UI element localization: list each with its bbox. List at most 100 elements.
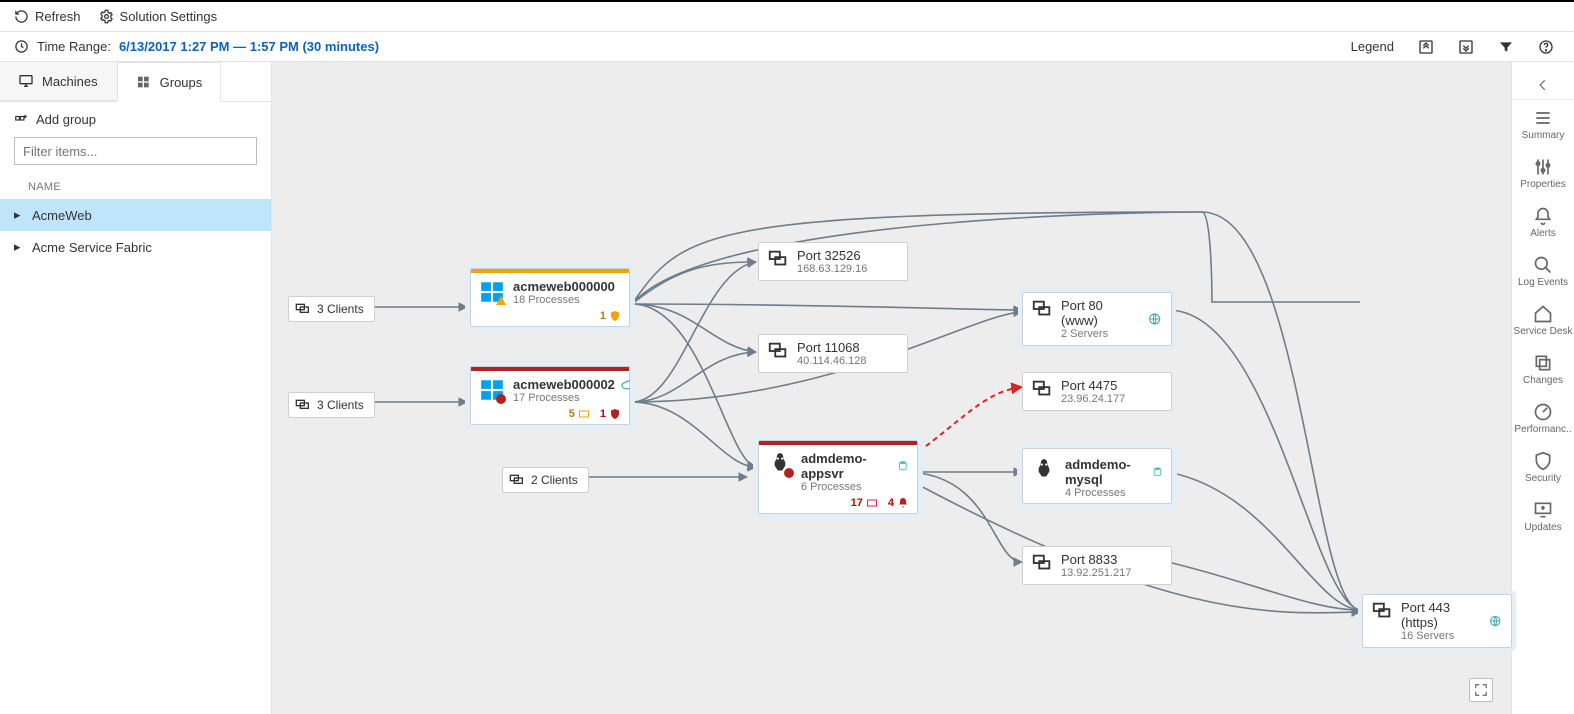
rail-summary[interactable]: Summary (1512, 100, 1574, 149)
port-title: Port 80 (www) (1061, 298, 1140, 328)
rail-label: Security (1525, 473, 1561, 484)
port-sub: 2 Servers (1061, 328, 1140, 340)
linux-icon (767, 451, 793, 477)
dependency-map-canvas[interactable]: 3 Clients 3 Clients 2 Clients (272, 62, 1512, 714)
legend-button[interactable]: Legend (1351, 39, 1394, 54)
monitors-icon (509, 472, 525, 488)
clients-label: 3 Clients (317, 398, 364, 412)
filter-button[interactable] (1498, 39, 1514, 55)
filter-input[interactable] (14, 137, 257, 165)
windows-icon (479, 279, 505, 305)
monitor-update-icon (1533, 500, 1553, 520)
right-rail: Summary Properties Alerts Log Events Ser… (1512, 62, 1574, 714)
rail-collapse-button[interactable] (1512, 70, 1574, 100)
rail-log-events[interactable]: Log Events (1512, 247, 1574, 296)
port-node-80[interactable]: Port 80 (www)2 Servers (1022, 292, 1172, 346)
groups-icon (136, 74, 152, 90)
servers-icon (1371, 600, 1393, 622)
search-icon (1533, 255, 1553, 275)
clients-pill[interactable]: 3 Clients (288, 296, 375, 322)
fit-icon (1474, 683, 1488, 697)
servers-icon (1031, 552, 1053, 574)
rail-service-desk[interactable]: Service Desk (1512, 296, 1574, 345)
tree-item-label: AcmeWeb (32, 208, 92, 223)
refresh-button[interactable]: Refresh (14, 9, 81, 24)
port-node-443[interactable]: Port 443 (https)16 Servers (1362, 594, 1512, 648)
rail-label: Log Events (1518, 277, 1568, 288)
home-icon (1533, 304, 1553, 324)
rail-label: Performanc.. (1514, 424, 1571, 435)
rail-label: Changes (1523, 375, 1563, 386)
port-title: Port 443 (https) (1401, 600, 1481, 630)
add-group-icon (14, 113, 28, 127)
node-title: admdemo-appsvr (801, 451, 891, 481)
warn-count: 5 (569, 408, 575, 420)
tab-groups[interactable]: Groups (117, 62, 222, 102)
node-title: acmeweb000000 (513, 279, 621, 294)
rail-alerts[interactable]: Alerts (1512, 198, 1574, 247)
solution-settings-button[interactable]: Solution Settings (99, 9, 218, 24)
alert-count: 1 (600, 310, 606, 322)
tree-item-acme-service-fabric[interactable]: ▸ Acme Service Fabric (0, 231, 271, 263)
rail-security[interactable]: Security (1512, 443, 1574, 492)
port-node-11068[interactable]: Port 1106840.114.46.128 (758, 334, 908, 373)
machine-node-admdemo-appsvr[interactable]: admdemo-appsvr 6 Processes 17 4 (758, 440, 918, 514)
port-title: Port 8833 (1061, 552, 1131, 567)
port-sub: 40.114.46.128 (797, 355, 867, 367)
fit-to-screen-button[interactable] (1469, 678, 1493, 702)
clients-pill[interactable]: 2 Clients (502, 467, 589, 493)
rail-label: Service Desk (1514, 326, 1573, 337)
filter-icon (1498, 39, 1514, 55)
clock-icon (14, 39, 29, 54)
globe-icon (1148, 312, 1161, 326)
alert-count: 1 (600, 408, 606, 420)
clients-pill[interactable]: 3 Clients (288, 392, 375, 418)
rail-label: Summary (1522, 130, 1565, 141)
machine-node-admdemo-mysql[interactable]: admdemo-mysql 4 Processes (1022, 448, 1172, 504)
rail-performance[interactable]: Performanc.. (1512, 394, 1574, 443)
copy-icon (1533, 353, 1553, 373)
timerange-picker[interactable]: Time Range: 6/13/2017 1:27 PM — 1:57 PM … (0, 39, 393, 54)
port-sub: 168.63.129.16 (797, 263, 867, 275)
left-panel: Machines Groups Add group NAME ▸ AcmeWeb (0, 62, 272, 714)
settings-label: Solution Settings (120, 9, 218, 24)
tree-item-acmeweb[interactable]: ▸ AcmeWeb (0, 199, 271, 231)
rail-label: Updates (1524, 522, 1561, 533)
gauge-icon (1533, 402, 1553, 422)
timerange-value: 6/13/2017 1:27 PM — 1:57 PM (30 minutes) (119, 39, 379, 54)
port-node-8833[interactable]: Port 883313.92.251.217 (1022, 546, 1172, 585)
rail-updates[interactable]: Updates (1512, 492, 1574, 541)
sliders-icon (1533, 157, 1553, 177)
expand-down-icon (1458, 39, 1474, 55)
rail-properties[interactable]: Properties (1512, 149, 1574, 198)
rail-changes[interactable]: Changes (1512, 345, 1574, 394)
refresh-icon (14, 9, 29, 24)
column-header-name: NAME (0, 175, 271, 199)
servers-icon (767, 340, 789, 362)
expand-all-button[interactable] (1418, 39, 1434, 55)
tab-groups-label: Groups (160, 75, 203, 90)
tab-machines-label: Machines (42, 74, 98, 89)
monitors-icon (295, 397, 311, 413)
timerange-bar: Time Range: 6/13/2017 1:27 PM — 1:57 PM … (0, 32, 1574, 62)
clients-label: 3 Clients (317, 302, 364, 316)
machine-node-acmeweb000000[interactable]: acmeweb000000 18 Processes 1 (470, 268, 630, 327)
add-group-button[interactable]: Add group (0, 102, 271, 137)
warn-count: 17 (851, 497, 863, 509)
warning-icon (866, 497, 878, 509)
help-button[interactable] (1538, 39, 1554, 55)
port-node-32526[interactable]: Port 32526168.63.129.16 (758, 242, 908, 281)
collapse-all-button[interactable] (1458, 39, 1474, 55)
shield-icon (1533, 451, 1553, 471)
node-title: acmeweb000002 (513, 377, 615, 392)
port-sub: 13.92.251.217 (1061, 567, 1131, 579)
add-group-label: Add group (36, 112, 96, 127)
port-title: Port 32526 (797, 248, 867, 263)
connection-lines (272, 62, 1511, 714)
port-node-4475[interactable]: Port 447523.96.24.177 (1022, 372, 1172, 411)
machine-node-acmeweb000002[interactable]: acmeweb000002 17 Processes 5 1 (470, 366, 630, 425)
shield-icon (609, 408, 621, 420)
error-badge-icon (495, 393, 507, 405)
timerange-label: Time Range: (37, 39, 111, 54)
tab-machines[interactable]: Machines (0, 62, 117, 101)
